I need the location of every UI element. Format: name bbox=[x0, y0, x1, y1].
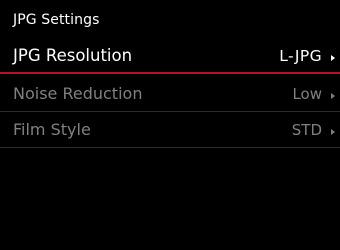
chevron-right-icon bbox=[331, 55, 335, 61]
chevron-right-icon bbox=[331, 129, 335, 135]
menu-item-value: STD bbox=[291, 121, 322, 139]
menu-item-value: Low bbox=[292, 85, 322, 103]
menu-item-value: L-JPG bbox=[279, 47, 322, 65]
page-title: JPG Settings bbox=[13, 12, 100, 28]
menu-item-jpg-resolution[interactable]: JPG Resolution L-JPG bbox=[0, 36, 340, 74]
menu-item-label: JPG Resolution bbox=[13, 46, 133, 65]
menu-item-noise-reduction[interactable]: Noise Reduction Low bbox=[0, 76, 340, 112]
menu-item-label: Film Style bbox=[13, 120, 91, 139]
menu-item-film-style[interactable]: Film Style STD bbox=[0, 112, 340, 148]
menu-header: JPG Settings bbox=[0, 0, 340, 36]
menu-item-label: Noise Reduction bbox=[13, 84, 143, 103]
camera-menu-screen: JPG Settings JPG Resolution L-JPG Noise … bbox=[0, 0, 340, 250]
chevron-right-icon bbox=[331, 93, 335, 99]
